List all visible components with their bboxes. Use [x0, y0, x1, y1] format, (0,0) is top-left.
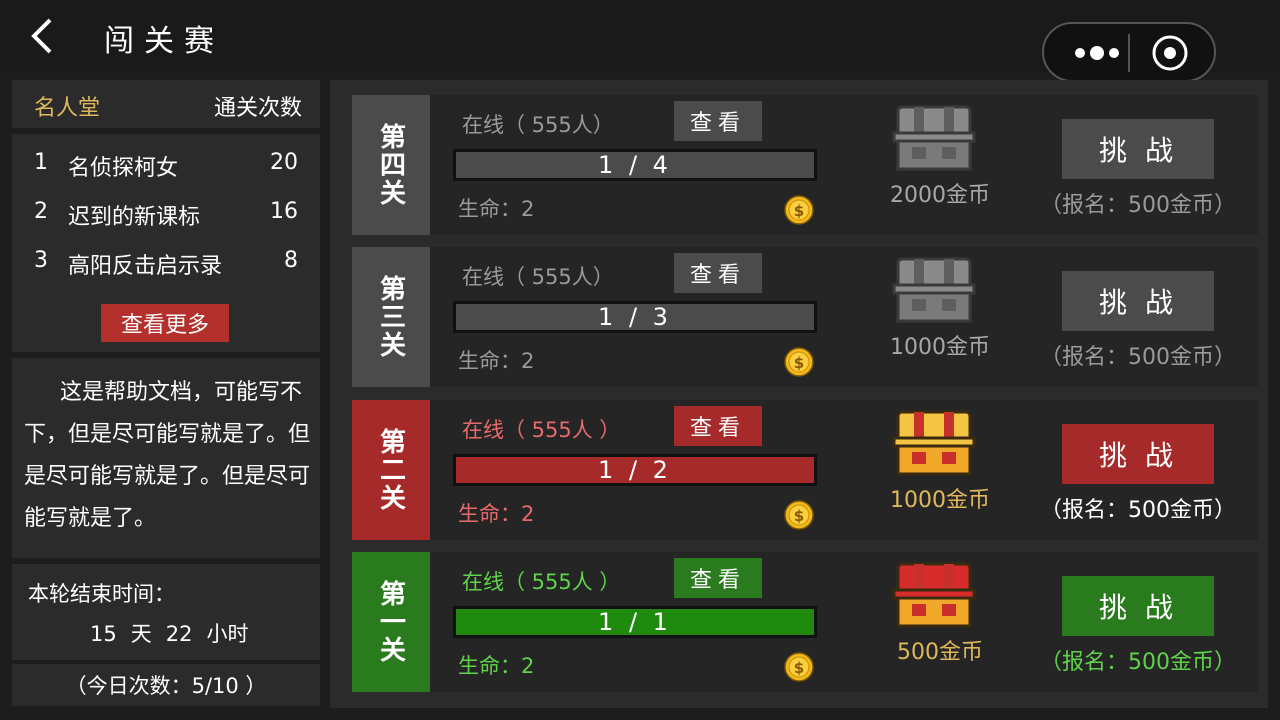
entry-fee: （报名：500金币） [1040, 345, 1236, 370]
progress-bar: 1 / 3 [453, 301, 817, 333]
svg-text:$: $ [794, 507, 804, 525]
challenge-button[interactable]: 挑战 [1062, 119, 1214, 179]
progress-label: 1 / 2 [598, 456, 672, 484]
hours-value: 22 [165, 622, 193, 646]
fame-header: 名人堂 通关次数 [12, 80, 320, 128]
challenge-button[interactable]: 挑战 [1062, 424, 1214, 484]
coin-icon: $ [784, 652, 814, 682]
level-tag-label: 第二关 [375, 428, 406, 512]
rank-number: 3 [34, 248, 48, 273]
mini-program-capsule [1042, 22, 1216, 82]
treasure-chest-icon [892, 257, 976, 323]
reward-amount: 1000金币 [890, 488, 990, 513]
progress-label: 1 / 1 [598, 608, 672, 636]
list-item: 2 迟到的新课标 16 [12, 193, 320, 233]
reward-amount: 2000金币 [890, 183, 990, 208]
fame-title: 名人堂 [34, 96, 101, 121]
today-count-text: （今日次数：5/10 ） [65, 674, 267, 698]
player-name: 名侦探柯女 [68, 156, 179, 181]
level-tag-label: 第一关 [375, 580, 406, 664]
progress-label: 1 / 3 [598, 303, 672, 331]
level-tag-label: 第三关 [375, 275, 406, 359]
life-count: 生命：2 [458, 197, 535, 221]
treasure-chest-icon [892, 105, 976, 171]
level-card: 第二关 在线（ 555人 ） 查看 1 / 2 生命：2 $1000金币 挑战 （报名：500… [352, 400, 1258, 540]
entry-fee: （报名：500金币） [1040, 650, 1236, 675]
view-button[interactable]: 查看 [674, 406, 762, 446]
life-count: 生命：2 [458, 502, 535, 526]
online-count: 在线（ 555人） [462, 265, 614, 289]
back-chevron-icon[interactable] [22, 14, 62, 58]
target-circle-icon[interactable] [1150, 34, 1190, 72]
progress-bar: 1 / 2 [453, 454, 817, 486]
reward-amount: 500金币 [897, 640, 983, 665]
svg-text:$: $ [794, 202, 804, 220]
level-card: 第一关 在线（ 555人 ） 查看 1 / 1 生命：2 $500金币 挑战 （报名：500金… [352, 552, 1258, 692]
level-tag: 第二关 [352, 400, 430, 540]
page-title: 闯关赛 [104, 24, 224, 59]
treasure-chest-icon [892, 410, 976, 476]
view-button[interactable]: 查看 [674, 101, 762, 141]
clear-count-header: 通关次数 [213, 96, 302, 121]
hours-unit: 小时 [206, 622, 249, 646]
progress-bar: 1 / 1 [453, 606, 817, 638]
more-dots-icon[interactable] [1062, 38, 1132, 68]
clear-count: 16 [270, 199, 298, 224]
online-count: 在线（ 555人 ） [462, 418, 621, 442]
clear-count: 8 [284, 248, 298, 273]
life-count: 生命：2 [458, 654, 535, 678]
svg-text:$: $ [794, 659, 804, 677]
treasure-chest-icon [892, 562, 976, 628]
online-count: 在线（ 555人） [462, 113, 614, 137]
capsule-divider [1128, 34, 1130, 72]
round-end-value: 15 天 22 小时 [90, 618, 262, 648]
progress-bar: 1 / 4 [453, 149, 817, 181]
player-name: 迟到的新课标 [68, 205, 201, 230]
days-value: 15 [90, 622, 117, 646]
level-tag: 第三关 [352, 247, 430, 387]
view-button[interactable]: 查看 [674, 253, 762, 293]
help-text: 这是帮助文档，可能写不下，但是尽可能写就是了。但是尽可能写就是了。但是尽可能写就… [24, 380, 311, 531]
round-end-label: 本轮结束时间： [28, 582, 175, 606]
fame-list: 1 名侦探柯女 20 2 迟到的新课标 16 3 高阳反击启示录 8 查看更多 [12, 134, 320, 352]
coin-icon: $ [784, 500, 814, 530]
rank-number: 1 [34, 150, 48, 175]
round-end-panel: 本轮结束时间： 15 天 22 小时 [12, 564, 320, 660]
life-count: 生命：2 [458, 349, 535, 373]
view-button[interactable]: 查看 [674, 558, 762, 598]
challenge-button[interactable]: 挑战 [1062, 271, 1214, 331]
days-unit: 天 [130, 622, 152, 646]
rank-number: 2 [34, 199, 48, 224]
level-tag-label: 第四关 [375, 123, 406, 207]
coin-icon: $ [784, 347, 814, 377]
player-name: 高阳反击启示录 [68, 254, 223, 279]
list-item: 1 名侦探柯女 20 [12, 144, 320, 184]
clear-count: 20 [270, 150, 298, 175]
svg-text:$: $ [794, 354, 804, 372]
help-panel: 这是帮助文档，可能写不下，但是尽可能写就是了。但是尽可能写就是了。但是尽可能写就… [12, 358, 320, 558]
level-tag: 第一关 [352, 552, 430, 692]
today-count-panel: （今日次数：5/10 ） [12, 664, 320, 706]
challenge-button[interactable]: 挑战 [1062, 576, 1214, 636]
online-count: 在线（ 555人 ） [462, 570, 621, 594]
reward-amount: 1000金币 [890, 335, 990, 360]
view-more-button[interactable]: 查看更多 [101, 304, 229, 342]
entry-fee: （报名：500金币） [1040, 193, 1236, 218]
entry-fee: （报名：500金币） [1040, 498, 1236, 523]
level-tag: 第四关 [352, 95, 430, 235]
level-card: 第三关 在线（ 555人） 查看 1 / 3 生命：2 $1000金币 挑战 （报名：500金… [352, 247, 1258, 387]
level-card: 第四关 在线（ 555人） 查看 1 / 4 生命：2 $2000金币 挑战 （报名：500金… [352, 95, 1258, 235]
coin-icon: $ [784, 195, 814, 225]
progress-label: 1 / 4 [598, 151, 672, 179]
list-item: 3 高阳反击启示录 8 [12, 242, 320, 282]
